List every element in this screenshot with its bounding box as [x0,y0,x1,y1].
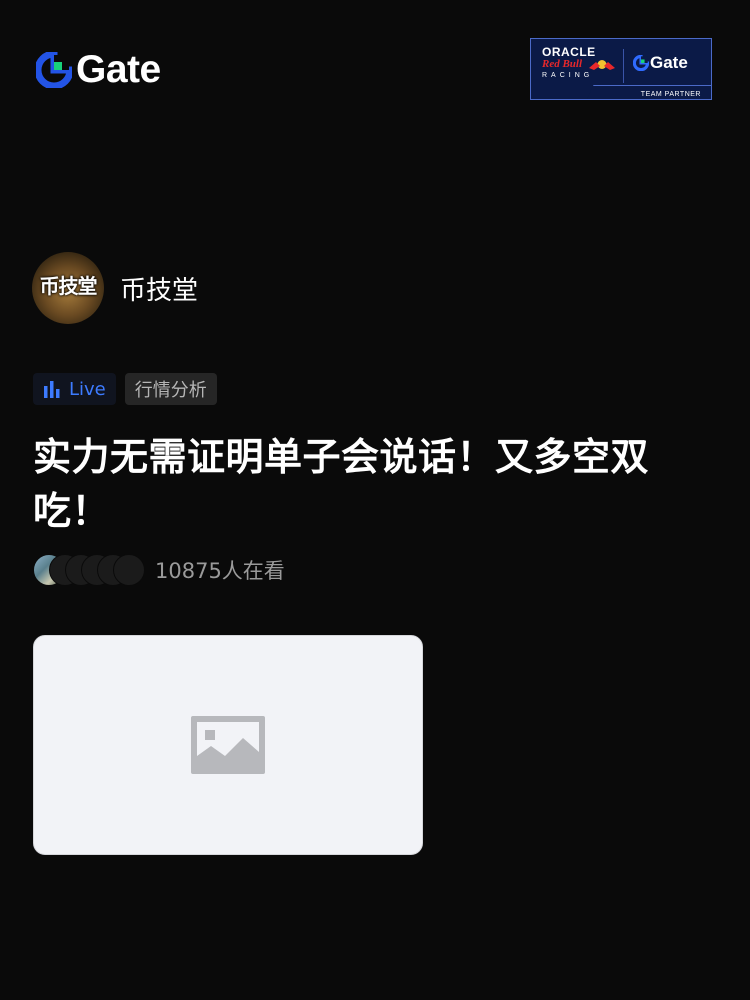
gate-logo-icon [36,52,72,88]
racing-text: RACING [542,72,594,79]
partner-gate-logo: Gate [633,53,688,73]
red-bull-icon [589,60,615,70]
avatar-text: 币技堂 [39,274,98,298]
tag-row: Live 行情分析 [33,373,226,405]
viewer-count: 10875人在看 [33,553,285,587]
viewer-count-text: 10875人在看 [155,559,285,583]
image-placeholder-icon [191,716,265,774]
gate-logo-icon [633,55,649,71]
partner-divider [623,49,624,83]
post-title[interactable]: 实力无需证明单子会说话！又多空双吃！ [33,430,693,538]
partner-gate-text: Gate [650,53,688,72]
live-badge[interactable]: Live [33,373,116,405]
oracle-text: ORACLE [542,45,596,59]
viewer-avatar [113,554,145,586]
viewer-avatars [33,554,145,586]
redbull-text: Red Bull [542,58,583,70]
gate-logo[interactable]: Gate [36,50,161,90]
live-label: Live [69,378,106,400]
logo-text: Gate [76,48,161,91]
avatar[interactable]: 币技堂 [32,252,104,324]
author-info[interactable]: 币技堂 币技堂 [32,252,198,324]
bar-chart-icon [44,381,60,398]
cover-image[interactable] [33,635,423,855]
category-tag[interactable]: 行情分析 [124,373,217,405]
author-name[interactable]: 币技堂 [120,270,198,307]
category-label: 行情分析 [134,380,207,401]
team-partner-text: TEAM PARTNER [640,91,701,98]
team-partner-badge: ORACLE Red Bull RACING Gate TEAM PARTNER [530,38,712,100]
